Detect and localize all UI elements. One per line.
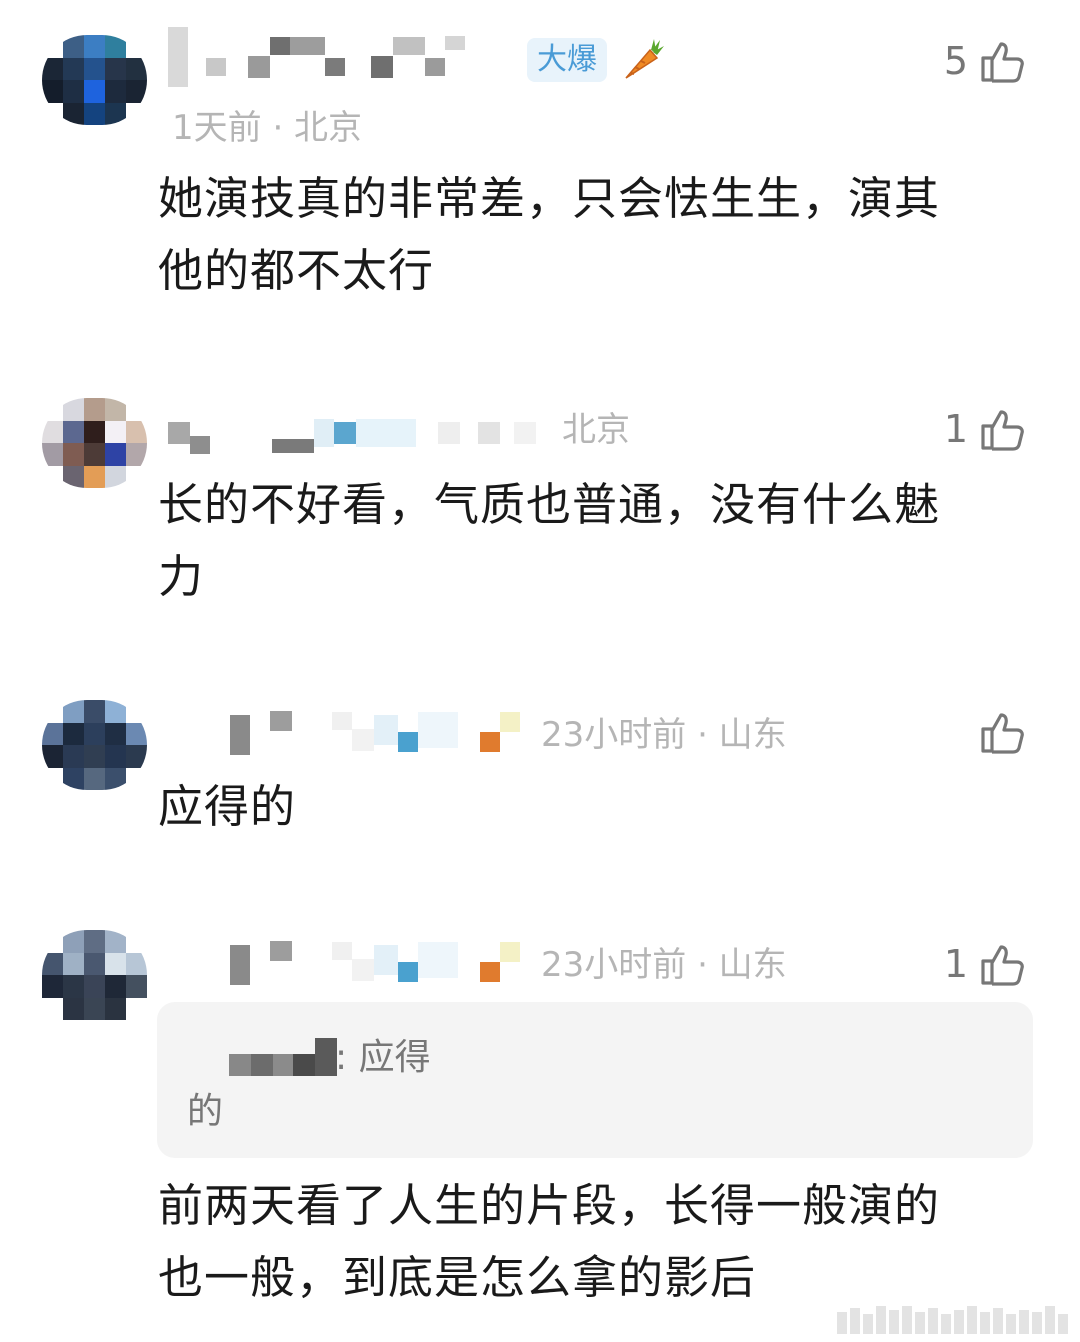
comment-3: 23小时前 · 山东 应得的	[0, 695, 1080, 855]
avatar[interactable]	[42, 35, 147, 125]
comment-text: 应得的	[158, 780, 297, 833]
thumbs-up-icon	[981, 410, 1024, 451]
username-redacted[interactable]	[168, 27, 465, 87]
quoted-text-line2: 的	[187, 1091, 224, 1132]
avatar[interactable]	[42, 700, 147, 790]
like-button[interactable]: 1	[944, 939, 1028, 989]
avatar[interactable]	[42, 930, 147, 1020]
fan-badge[interactable]: 大爆	[527, 38, 607, 82]
quoted-text-line1: : 应得	[335, 1037, 431, 1078]
thumbs-up-icon	[981, 42, 1024, 83]
timestamp-location: 1天前 · 北京	[172, 108, 363, 148]
like-button[interactable]: 1	[944, 404, 1028, 454]
like-count: 1	[943, 407, 968, 451]
carrot-icon	[620, 36, 666, 84]
like-count: 1	[943, 942, 968, 986]
comment-text: 她演技真的非常差，只会怯生生，演其 他的都不太行	[158, 172, 941, 297]
avatar[interactable]	[42, 398, 147, 488]
timestamp-location: 23小时前 · 山东	[541, 945, 787, 985]
like-count: 5	[943, 39, 968, 83]
location: 北京	[562, 410, 630, 450]
username-redacted[interactable]	[168, 418, 536, 454]
username-redacted[interactable]	[230, 711, 520, 755]
username-redacted[interactable]	[230, 941, 520, 985]
comment-text: 长的不好看，气质也普通，没有什么魅 力	[158, 478, 941, 603]
thumbs-up-icon	[981, 713, 1024, 754]
thumbs-up-icon	[981, 945, 1024, 986]
like-button[interactable]	[968, 707, 1028, 757]
quoted-username-redacted	[229, 1038, 337, 1080]
timestamp-location: 23小时前 · 山东	[541, 715, 787, 755]
comment-2: 北京 1 长的不好看，气质也普通，没有什么魅 力	[0, 390, 1080, 630]
quoted-reply[interactable]: : 应得 的	[157, 1002, 1033, 1158]
watermark	[837, 1304, 1068, 1334]
comment-1: 大爆 5 1天前 · 北京 她演技真的非常差，只会怯生生，演其 他的都不太行	[0, 0, 1080, 330]
like-button[interactable]: 5	[944, 36, 1028, 86]
comment-text: 前两天看了人生的片段，长得一般演的 也一般，到底是怎么拿的影后	[158, 1179, 941, 1304]
